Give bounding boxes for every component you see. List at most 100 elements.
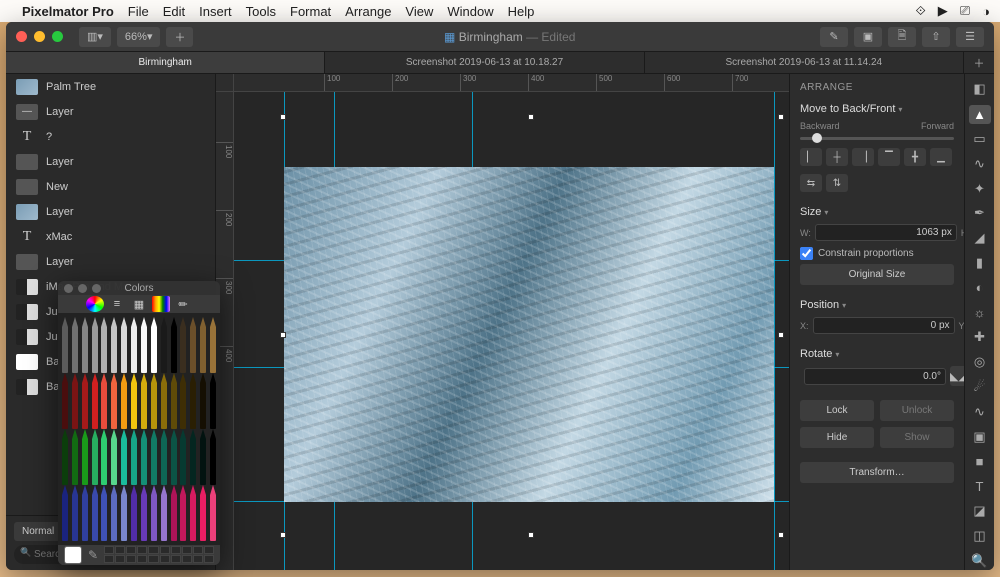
selection-handle[interactable] (280, 532, 286, 538)
layer-item[interactable]: New (6, 174, 215, 199)
pencil-color[interactable] (139, 317, 149, 373)
rotate-field[interactable] (804, 368, 946, 385)
pencil-color[interactable] (179, 317, 189, 373)
pencil-color[interactable] (198, 317, 208, 373)
pencil-color[interactable] (119, 317, 129, 373)
guide-vertical[interactable] (774, 92, 775, 570)
show-button[interactable]: Show (880, 427, 954, 448)
status-icon-3[interactable]: ⎚ (960, 3, 970, 19)
pencil-color[interactable] (60, 317, 70, 373)
adjust-tool-icon[interactable]: ◐ (969, 278, 991, 297)
menu-file[interactable]: File (128, 4, 149, 19)
pencil-color[interactable] (90, 373, 100, 429)
pencil-color[interactable] (100, 373, 110, 429)
colors-titlebar[interactable]: Colors (58, 281, 220, 295)
pencil-color[interactable] (119, 485, 129, 541)
pencil-color[interactable] (188, 485, 198, 541)
tab-screenshot-1[interactable]: Screenshot 2019-06-13 at 10.18.27 (325, 52, 644, 73)
pencil-color[interactable] (149, 485, 159, 541)
menu-format[interactable]: Format (290, 4, 331, 19)
align-left-button[interactable]: ▏ (800, 148, 822, 166)
pencil-color[interactable] (60, 373, 70, 429)
transform-button[interactable]: Transform… (800, 462, 954, 483)
selection-handle[interactable] (778, 532, 784, 538)
pencil-color[interactable] (169, 317, 179, 373)
new-tab-button[interactable]: ＋ (964, 52, 994, 73)
pencil-color[interactable] (149, 317, 159, 373)
window-zoom-button[interactable] (52, 31, 63, 42)
color-sliders-icon[interactable]: ≡ (108, 296, 126, 312)
unlock-button[interactable]: Unlock (880, 400, 954, 421)
pencil-color[interactable] (129, 373, 139, 429)
clone-tool-icon[interactable]: ◎ (969, 353, 991, 372)
pencil-color[interactable] (70, 429, 80, 485)
x-field[interactable] (813, 317, 955, 334)
light-tool-icon[interactable]: ☼ (969, 303, 991, 322)
status-icon-4[interactable]: ◑ (982, 4, 990, 19)
tab-screenshot-2[interactable]: Screenshot 2019-06-13 at 11.14.24 (645, 52, 964, 73)
hide-button[interactable]: Hide (800, 427, 874, 448)
colors-panel[interactable]: Colors ≡ ▦ ✏ ✎ (58, 281, 220, 565)
align-center-h-button[interactable]: ┼ (826, 148, 848, 166)
pencil-color[interactable] (179, 429, 189, 485)
pencil-color[interactable] (179, 373, 189, 429)
layer-item[interactable]: Layer (6, 149, 215, 174)
pencil-color[interactable] (198, 373, 208, 429)
pencil-color[interactable] (60, 429, 70, 485)
eyedropper-icon[interactable]: ✎ (88, 548, 98, 562)
window-close-button[interactable] (16, 31, 27, 42)
distribute-h-button[interactable]: ⇆ (800, 174, 822, 192)
flip-horizontal-button[interactable]: ◣◢ (950, 366, 964, 386)
depth-slider[interactable] (800, 137, 954, 140)
pencil-color[interactable] (129, 429, 139, 485)
crop-button[interactable]: ▣ (854, 27, 882, 47)
color-adjust-button[interactable]: ✎ (820, 27, 848, 47)
pencil-color[interactable] (149, 373, 159, 429)
menu-arrange[interactable]: Arrange (345, 4, 391, 19)
document-button[interactable]: 🗎 (888, 27, 916, 47)
distribute-v-button[interactable]: ⇅ (826, 174, 848, 192)
pencil-color[interactable] (109, 485, 119, 541)
layer-item[interactable]: Layer (6, 249, 215, 274)
app-name[interactable]: Pixelmator Pro (22, 4, 114, 19)
settings-button[interactable]: ☰ (956, 27, 984, 47)
eraser2-tool-icon[interactable]: ◪ (969, 502, 991, 521)
pencil-color[interactable] (90, 429, 100, 485)
zoom-tool-icon[interactable]: 🔍 (969, 551, 991, 570)
align-right-button[interactable]: ▕ (852, 148, 874, 166)
sidebar-toggle-button[interactable]: ▥▾ (79, 27, 111, 47)
menu-edit[interactable]: Edit (163, 4, 185, 19)
pencil-color[interactable] (139, 429, 149, 485)
layer-item[interactable]: —Layer (6, 99, 215, 124)
selection-handle[interactable] (280, 114, 286, 120)
color-spectrum-icon[interactable] (152, 296, 170, 312)
menu-insert[interactable]: Insert (199, 4, 232, 19)
colors-close-button[interactable] (64, 284, 73, 293)
align-top-button[interactable]: ▔ (878, 148, 900, 166)
menu-help[interactable]: Help (508, 4, 535, 19)
pencil-color[interactable] (100, 485, 110, 541)
layer-item[interactable]: Layer (6, 199, 215, 224)
layer-item[interactable]: T? (6, 124, 215, 149)
zoom-dropdown[interactable]: 66%▾ (117, 27, 161, 47)
layer-item[interactable]: TxMac (6, 224, 215, 249)
arrow-tool-icon[interactable]: ▲ (969, 105, 991, 124)
share-button[interactable]: ⇧ (922, 27, 950, 47)
pencil-color[interactable] (159, 317, 169, 373)
canvas-area[interactable]: 100200300400500600700 100200300400 (216, 74, 789, 570)
colors-minimize-button[interactable] (78, 284, 87, 293)
gradient-tool-icon[interactable]: ◫ (969, 526, 991, 545)
lasso-tool-icon[interactable]: ∿ (969, 154, 991, 173)
pencil-color[interactable] (80, 373, 90, 429)
layer-item[interactable]: Palm Tree (6, 74, 215, 99)
pencil-color[interactable] (70, 317, 80, 373)
original-size-button[interactable]: Original Size (800, 264, 954, 285)
pencil-color[interactable] (70, 373, 80, 429)
pencil-color[interactable] (159, 485, 169, 541)
pencil-color[interactable] (90, 317, 100, 373)
menu-tools[interactable]: Tools (246, 4, 276, 19)
pencil-color[interactable] (169, 485, 179, 541)
pencil-color[interactable] (159, 429, 169, 485)
pencil-color[interactable] (179, 485, 189, 541)
pencil-color[interactable] (80, 317, 90, 373)
